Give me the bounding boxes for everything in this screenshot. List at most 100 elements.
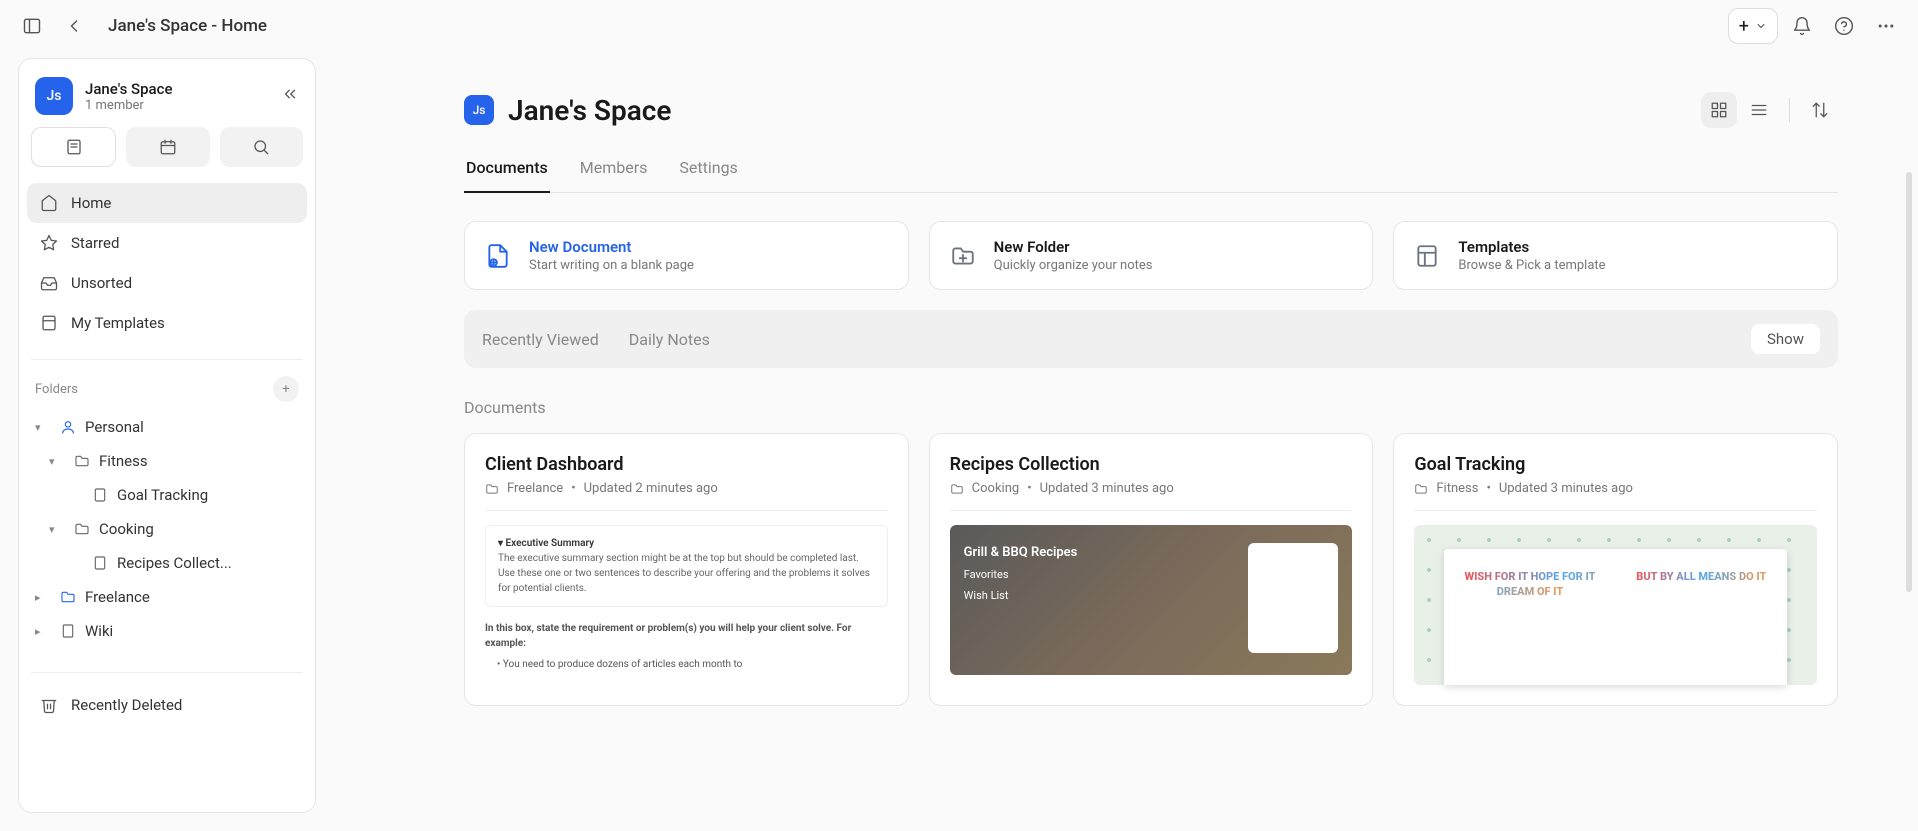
notes-view-button[interactable] — [31, 127, 116, 167]
folder-icon — [73, 453, 91, 469]
doc-folder: Fitness — [1436, 481, 1478, 496]
templates-card[interactable]: Templates Browse & Pick a template — [1393, 221, 1838, 290]
divider — [31, 359, 303, 360]
documents-section-heading: Documents — [464, 398, 1838, 417]
doc-card-recipes[interactable]: Recipes Collection Cooking • Updated 3 m… — [929, 433, 1374, 706]
chevron-right-icon: ▸ — [35, 625, 51, 638]
sidebar-item-label: Home — [71, 194, 111, 212]
new-document-icon — [483, 241, 513, 271]
grid-view-button[interactable] — [1701, 92, 1737, 128]
folder-wiki[interactable]: ▸ Wiki — [27, 614, 307, 648]
book-left-page: WISH FOR IT HOPE FOR IT DREAM OF IT — [1444, 549, 1615, 685]
folder-icon — [950, 482, 964, 496]
list-view-button[interactable] — [1741, 92, 1777, 128]
sidebar-item-label: Starred — [71, 234, 119, 252]
document-icon — [91, 555, 109, 571]
sort-button[interactable] — [1802, 92, 1838, 128]
sidebar: Js Jane's Space 1 member — [0, 52, 334, 831]
new-folder-card[interactable]: New Folder Quickly organize your notes — [929, 221, 1374, 290]
trash-icon — [39, 695, 59, 715]
tab-documents[interactable]: Documents — [464, 158, 550, 193]
workspace-subtitle: 1 member — [85, 98, 173, 113]
workspace-info: Jane's Space 1 member — [85, 80, 173, 113]
chevron-down-icon — [1755, 20, 1767, 32]
doc-goal-tracking[interactable]: Goal Tracking — [27, 478, 307, 512]
nav-list: Home Starred Unsorted My Templates — [19, 179, 315, 347]
doc-preview: ▾ Executive Summary The executive summar… — [485, 525, 888, 705]
tab-members[interactable]: Members — [578, 158, 650, 193]
bbq-fav: Favorites — [964, 568, 1078, 581]
action-text: New Folder Quickly organize your notes — [994, 238, 1153, 273]
action-title: New Document — [529, 238, 694, 256]
space-header: Js Jane's Space — [464, 92, 1838, 128]
doc-meta: Fitness • Updated 3 minutes ago — [1414, 481, 1817, 511]
help-button[interactable] — [1826, 8, 1862, 44]
search-button[interactable] — [220, 127, 303, 167]
dot: • — [1027, 481, 1031, 496]
action-subtitle: Browse & Pick a template — [1458, 258, 1605, 273]
preview-image: Grill & BBQ Recipes Favorites Wish List — [950, 525, 1353, 675]
new-document-card[interactable]: New Document Start writing on a blank pa… — [464, 221, 909, 290]
book-right-text: BUT BY ALL MEANS DO IT — [1636, 570, 1766, 583]
doc-card-client-dashboard[interactable]: Client Dashboard Freelance • Updated 2 m… — [464, 433, 909, 706]
tab-settings[interactable]: Settings — [677, 158, 739, 193]
sidebar-item-home[interactable]: Home — [27, 183, 307, 223]
folder-icon — [73, 521, 91, 537]
folder-personal[interactable]: ▾ Personal — [27, 410, 307, 444]
folder-label: Cooking — [99, 520, 154, 538]
preview-body: The executive summary section might be a… — [498, 551, 875, 596]
space-avatar: Js — [464, 95, 494, 125]
recent-bar: Recently Viewed Daily Notes Show — [464, 310, 1838, 368]
calendar-view-button[interactable] — [126, 127, 209, 167]
book-icon — [59, 623, 77, 639]
plus-icon: + — [1739, 16, 1749, 37]
chevron-right-icon: ▸ — [35, 591, 51, 604]
sidebar-item-starred[interactable]: Starred — [27, 223, 307, 263]
doc-preview: Grill & BBQ Recipes Favorites Wish List — [950, 525, 1353, 705]
doc-updated: Updated 3 minutes ago — [1040, 481, 1174, 496]
chevron-down-icon: ▾ — [49, 455, 65, 468]
tabs: Documents Members Settings — [464, 158, 1838, 193]
divider — [1789, 98, 1790, 122]
scrollbar[interactable] — [1904, 52, 1914, 831]
folder-label: Wiki — [85, 622, 113, 640]
document-icon — [91, 487, 109, 503]
new-button[interactable]: + — [1728, 8, 1778, 44]
doc-folder: Cooking — [972, 481, 1020, 496]
add-folder-button[interactable]: + — [273, 376, 299, 402]
folder-cooking[interactable]: ▾ Cooking — [27, 512, 307, 546]
doc-meta: Freelance • Updated 2 minutes ago — [485, 481, 888, 511]
sidebar-item-unsorted[interactable]: Unsorted — [27, 263, 307, 303]
person-icon — [59, 419, 77, 435]
sidebar-item-label: Recently Deleted — [71, 696, 182, 714]
preview-overlay-text: Grill & BBQ Recipes Favorites Wish List — [964, 545, 1078, 610]
space-title: Jane's Space — [508, 94, 671, 127]
content: Js Jane's Space 1 member — [0, 52, 1918, 831]
preview-bullet: You need to produce dozens of articles e… — [503, 659, 743, 670]
book-left-text: WISH FOR IT HOPE FOR IT DREAM OF IT — [1465, 570, 1596, 598]
notifications-button[interactable] — [1784, 8, 1820, 44]
folder-tree: ▾ Personal ▾ Fitness Goal Tracking ▾ — [19, 410, 315, 660]
topbar-right: + — [1728, 8, 1904, 44]
doc-updated: Updated 3 minutes ago — [1499, 481, 1633, 496]
dot: • — [1486, 481, 1490, 496]
more-button[interactable] — [1868, 8, 1904, 44]
collapse-sidebar-button[interactable] — [281, 85, 299, 107]
folder-label: Freelance — [85, 588, 150, 606]
back-button[interactable] — [56, 8, 92, 44]
chevron-down-icon: ▾ — [49, 523, 65, 536]
action-row: New Document Start writing on a blank pa… — [464, 221, 1838, 290]
action-subtitle: Start writing on a blank page — [529, 258, 694, 273]
preview-heading: ▾ Executive Summary — [498, 536, 875, 551]
workspace-header[interactable]: Js Jane's Space 1 member — [19, 59, 315, 127]
action-title: Templates — [1458, 238, 1605, 256]
doc-card-goal-tracking[interactable]: Goal Tracking Fitness • Updated 3 minute… — [1393, 433, 1838, 706]
folder-freelance[interactable]: ▸ Freelance — [27, 580, 307, 614]
sidebar-toggle-icon[interactable] — [14, 8, 50, 44]
daily-notes-label: Daily Notes — [629, 330, 710, 349]
doc-recipes[interactable]: Recipes Collect... — [27, 546, 307, 580]
show-button[interactable]: Show — [1751, 324, 1820, 354]
sidebar-item-recently-deleted[interactable]: Recently Deleted — [27, 685, 307, 725]
folder-fitness[interactable]: ▾ Fitness — [27, 444, 307, 478]
sidebar-item-templates[interactable]: My Templates — [27, 303, 307, 343]
